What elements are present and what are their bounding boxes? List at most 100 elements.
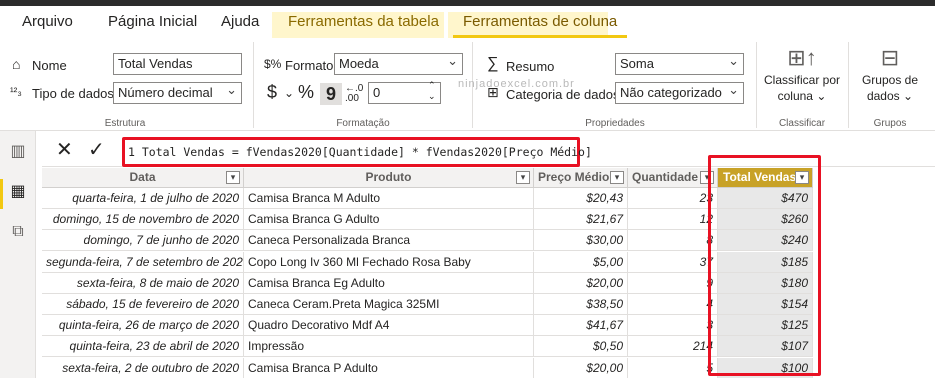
name-label: Nome — [32, 58, 67, 73]
format-label: Formato — [285, 58, 334, 73]
sort-by-column-button[interactable]: ⊞↑ Classificar por coluna ⌄ — [762, 44, 842, 104]
cell-data[interactable]: sexta-feira, 2 de outubro de 2020 — [42, 357, 244, 378]
datatype-dropdown[interactable]: Número decimal — [113, 82, 242, 104]
column-header-preco-medio[interactable]: Preço Médio ▾ — [534, 168, 628, 188]
commit-formula-button[interactable]: ✓ — [88, 137, 105, 162]
column-header-label: Preço Médio — [538, 170, 610, 184]
column-header-produto[interactable]: Produto ▾ — [244, 168, 534, 188]
currency-dropdown-icon[interactable]: ⌄ — [284, 85, 294, 101]
group-label-classificar: Classificar — [778, 118, 826, 129]
cell-quantidade[interactable]: 12 — [628, 209, 718, 231]
cell-produto[interactable]: Camisa Branca Eg Adulto — [244, 272, 534, 294]
cell-quantidade[interactable]: 23 — [628, 188, 718, 209]
decimals-spinner[interactable]: ⌃ ⌄ — [428, 80, 436, 102]
cell-quantidade[interactable]: 5 — [628, 357, 718, 378]
cell-data[interactable]: segunda-feira, 7 de setembro de 2020 — [42, 251, 244, 273]
sort-label-2: coluna — [777, 89, 813, 103]
percent-button[interactable]: % — [298, 83, 314, 101]
tab-ferramentas-coluna[interactable]: Ferramentas de coluna — [452, 12, 628, 38]
column-header-label: Produto — [365, 170, 412, 184]
watermark: ninjadoexcel.com.br — [458, 78, 575, 90]
cell-quantidade[interactable]: 214 — [628, 336, 718, 358]
column-header-data[interactable]: Data ▾ — [42, 168, 244, 188]
format-dropdown[interactable]: Moeda — [334, 53, 463, 75]
group-label-estrutura: Estrutura — [104, 118, 146, 129]
ribbon: ⌂ Nome Total Vendas ¹²₃ Tipo de dados Nú… — [0, 38, 935, 131]
cell-produto[interactable]: Caneca Ceram.Preta Magica 325MI — [244, 294, 534, 315]
cell-quantidade[interactable]: 3 — [628, 315, 718, 337]
comma-style-button[interactable]: 9 — [320, 83, 342, 105]
cell-produto[interactable]: Quadro Decorativo Mdf A4 — [244, 315, 534, 337]
column-header-label: Quantidade — [632, 170, 699, 184]
tab-ajuda[interactable]: Ajuda — [221, 12, 259, 36]
cancel-formula-button[interactable]: ✕ — [56, 137, 73, 162]
separator — [253, 42, 254, 128]
cell-produto[interactable]: Caneca Personalizada Branca — [244, 230, 534, 252]
cell-data[interactable]: domingo, 15 de novembro de 2020 — [42, 209, 244, 231]
cell-data[interactable]: sexta-feira, 8 de maio de 2020 — [42, 272, 244, 294]
view-rail: ▥ ▦ ⧉ — [0, 131, 36, 378]
chevron-down-icon: ⌄ — [816, 89, 827, 103]
filter-dropdown-icon[interactable]: ▾ — [610, 171, 624, 184]
cell-quantidade[interactable]: 4 — [628, 294, 718, 315]
cell-quantidade[interactable]: 9 — [628, 272, 718, 294]
cell-preco-medio[interactable]: $0,50 — [534, 336, 628, 358]
cell-preco-medio[interactable]: $21,67 — [534, 209, 628, 231]
tab-ferramentas-tabela[interactable]: Ferramentas da tabela — [288, 12, 439, 36]
cell-preco-medio[interactable]: $30,00 — [534, 230, 628, 252]
cell-data[interactable]: quinta-feira, 23 de abril de 2020 — [42, 336, 244, 358]
separator — [756, 42, 757, 128]
tab-pagina-inicial[interactable]: Página Inicial — [108, 12, 197, 36]
sigma-icon: ∑ — [487, 55, 499, 72]
cell-preco-medio[interactable]: $5,00 — [534, 251, 628, 273]
highlight-total-vendas — [708, 155, 821, 376]
data-view-icon[interactable]: ▦ — [9, 183, 27, 201]
cell-data[interactable]: domingo, 7 de junho de 2020 — [42, 230, 244, 252]
cell-data[interactable]: sábado, 15 de fevereiro de 2020 — [42, 294, 244, 315]
separator — [848, 42, 849, 128]
data-groups-button[interactable]: ⊟ Grupos de dados ⌄ — [852, 44, 928, 104]
groups-label-2: dados — [866, 89, 900, 103]
cell-quantidade[interactable]: 8 — [628, 230, 718, 252]
groups-label-1: Grupos de — [861, 73, 919, 87]
ribbon-tabs: Arquivo Página Inicial Ajuda Ferramentas… — [0, 6, 935, 38]
group-label-grupos: Grupos — [873, 118, 907, 129]
datatype-label: Tipo de dados — [32, 86, 114, 101]
cell-data[interactable]: quarta-feira, 1 de julho de 2020 — [42, 188, 244, 209]
format-icon: $% — [264, 57, 282, 71]
cell-preco-medio[interactable]: $20,00 — [534, 272, 628, 294]
active-view-indicator — [0, 179, 3, 209]
cell-produto[interactable]: Impressão — [244, 336, 534, 358]
model-view-icon[interactable]: ⧉ — [9, 223, 27, 241]
currency-button[interactable]: $ — [267, 83, 277, 101]
cell-preco-medio[interactable]: $20,00 — [534, 357, 628, 378]
formula-input[interactable]: 1 Total Vendas = fVendas2020[Quantidade]… — [122, 137, 592, 167]
filter-dropdown-icon[interactable]: ▾ — [226, 171, 240, 184]
cell-quantidade[interactable]: 37 — [628, 251, 718, 273]
sort-label-1: Classificar por — [763, 73, 841, 87]
cell-produto[interactable]: Camisa Branca M Adulto — [244, 188, 534, 209]
column-header-quantidade[interactable]: Quantidade ▾ — [628, 168, 718, 188]
report-view-icon[interactable]: ▥ — [9, 143, 27, 161]
cell-produto[interactable]: Copo Long Iv 360 Ml Fechado Rosa Baby — [244, 251, 534, 273]
datatype-icon: ¹²₃ — [10, 86, 22, 98]
cell-produto[interactable]: Camisa Branca P Adulto — [244, 357, 534, 378]
cell-preco-medio[interactable]: $38,50 — [534, 294, 628, 315]
column-header-label: Data — [129, 170, 156, 184]
summary-label: Resumo — [506, 59, 555, 74]
tag-icon: ⌂ — [12, 56, 21, 72]
summary-dropdown[interactable]: Soma — [615, 53, 744, 75]
sort-icon: ⊞↑ — [787, 45, 817, 70]
decimal-places-icon[interactable]: ←.0.00 — [345, 84, 363, 104]
cell-produto[interactable]: Camisa Branca G Adulto — [244, 209, 534, 231]
group-label-propriedades: Propriedades — [585, 118, 645, 129]
category-dropdown[interactable]: Não categorizado — [615, 82, 744, 104]
cell-preco-medio[interactable]: $20,43 — [534, 188, 628, 209]
column-name-input[interactable]: Total Vendas — [113, 53, 242, 75]
groups-icon: ⊟ — [880, 45, 900, 70]
tab-arquivo[interactable]: Arquivo — [22, 12, 73, 36]
filter-dropdown-icon[interactable]: ▾ — [516, 171, 530, 184]
cell-preco-medio[interactable]: $41,67 — [534, 315, 628, 337]
chevron-down-icon: ⌄ — [902, 89, 914, 103]
cell-data[interactable]: quinta-feira, 26 de março de 2020 — [42, 315, 244, 337]
